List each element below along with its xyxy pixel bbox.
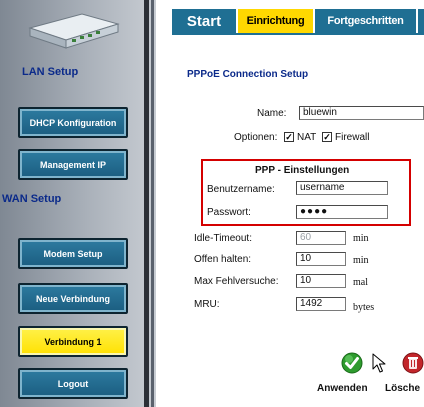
firewall-checkbox[interactable]: ✓ bbox=[322, 132, 332, 142]
sidebar: LAN Setup DHCP Konfiguration Management … bbox=[0, 0, 156, 407]
tab-label: Einrichtung bbox=[246, 15, 305, 27]
nav-button-label: Logout bbox=[57, 378, 89, 389]
hold-open-label: Offen halten: bbox=[194, 254, 252, 265]
idle-timeout-label: Idle-Timeout: bbox=[194, 233, 252, 244]
apply-button[interactable]: Anwenden bbox=[317, 383, 368, 394]
page-title: PPPoE Connection Setup bbox=[187, 69, 309, 80]
nat-checkbox[interactable]: ✓ bbox=[284, 132, 294, 142]
hold-open-field[interactable]: 10 bbox=[296, 252, 346, 266]
username-field[interactable]: username bbox=[296, 181, 388, 195]
wan-setup-heading: WAN Setup bbox=[2, 193, 62, 205]
password-field[interactable]: ●●●● bbox=[296, 205, 388, 219]
new-connection-button[interactable]: Neue Verbindung bbox=[18, 283, 128, 314]
modem-setup-button[interactable]: Modem Setup bbox=[18, 238, 128, 269]
tab-start[interactable]: Start bbox=[172, 9, 236, 33]
nav-button-label: DHCP Konfiguration bbox=[29, 117, 117, 128]
options-label: Optionen: bbox=[234, 132, 278, 143]
idle-timeout-unit: min bbox=[353, 233, 369, 244]
top-tab-bar: Start Einrichtung Fortgeschritten bbox=[172, 9, 424, 33]
firewall-label: Firewall bbox=[335, 132, 370, 143]
idle-timeout-field[interactable]: 60 bbox=[296, 231, 346, 245]
mru-unit: bytes bbox=[353, 302, 375, 313]
max-retries-label: Max Fehlversuche: bbox=[194, 276, 279, 287]
mru-label: MRU: bbox=[194, 299, 220, 310]
mouse-pointer-icon bbox=[372, 353, 386, 373]
tab-fortgeschritten[interactable]: Fortgeschritten bbox=[313, 9, 416, 33]
username-label: Benutzername: bbox=[207, 184, 275, 195]
nav-button-label: Modem Setup bbox=[43, 248, 103, 259]
tab-einrichtung[interactable]: Einrichtung bbox=[236, 9, 313, 33]
tab-underline bbox=[172, 33, 424, 35]
router-device-icon bbox=[28, 13, 120, 49]
sidebar-divider bbox=[144, 0, 149, 407]
nav-button-label: Neue Verbindung bbox=[35, 293, 110, 304]
nav-button-label: Verbindung 1 bbox=[44, 336, 102, 347]
red-trash-icon[interactable] bbox=[401, 352, 424, 374]
max-retries-field[interactable]: 10 bbox=[296, 274, 346, 288]
management-ip-button[interactable]: Management IP bbox=[18, 149, 128, 180]
tab-label: Fortgeschritten bbox=[327, 15, 404, 27]
password-label: Passwort: bbox=[207, 207, 251, 218]
nav-button-label: Management IP bbox=[39, 159, 106, 170]
dhcp-configuration-button[interactable]: DHCP Konfiguration bbox=[18, 107, 128, 138]
tab-label: Start bbox=[186, 12, 222, 30]
connection-1-button[interactable]: Verbindung 1 bbox=[18, 326, 128, 357]
delete-button[interactable]: Lösche bbox=[385, 383, 420, 394]
lan-setup-heading: LAN Setup bbox=[22, 66, 79, 78]
name-label: Name: bbox=[257, 108, 287, 119]
green-check-icon[interactable] bbox=[341, 352, 363, 374]
ppp-settings-heading: PPP - Einstellungen bbox=[255, 165, 350, 176]
hold-open-unit: min bbox=[353, 255, 369, 266]
nat-label: NAT bbox=[297, 132, 317, 143]
logout-button[interactable]: Logout bbox=[18, 368, 128, 399]
mru-field[interactable]: 1492 bbox=[296, 297, 346, 311]
sidebar-divider-inner bbox=[151, 0, 154, 407]
name-field[interactable]: bluewin bbox=[299, 106, 424, 120]
max-retries-unit: mal bbox=[353, 277, 368, 288]
tab-overflow[interactable] bbox=[416, 9, 424, 33]
